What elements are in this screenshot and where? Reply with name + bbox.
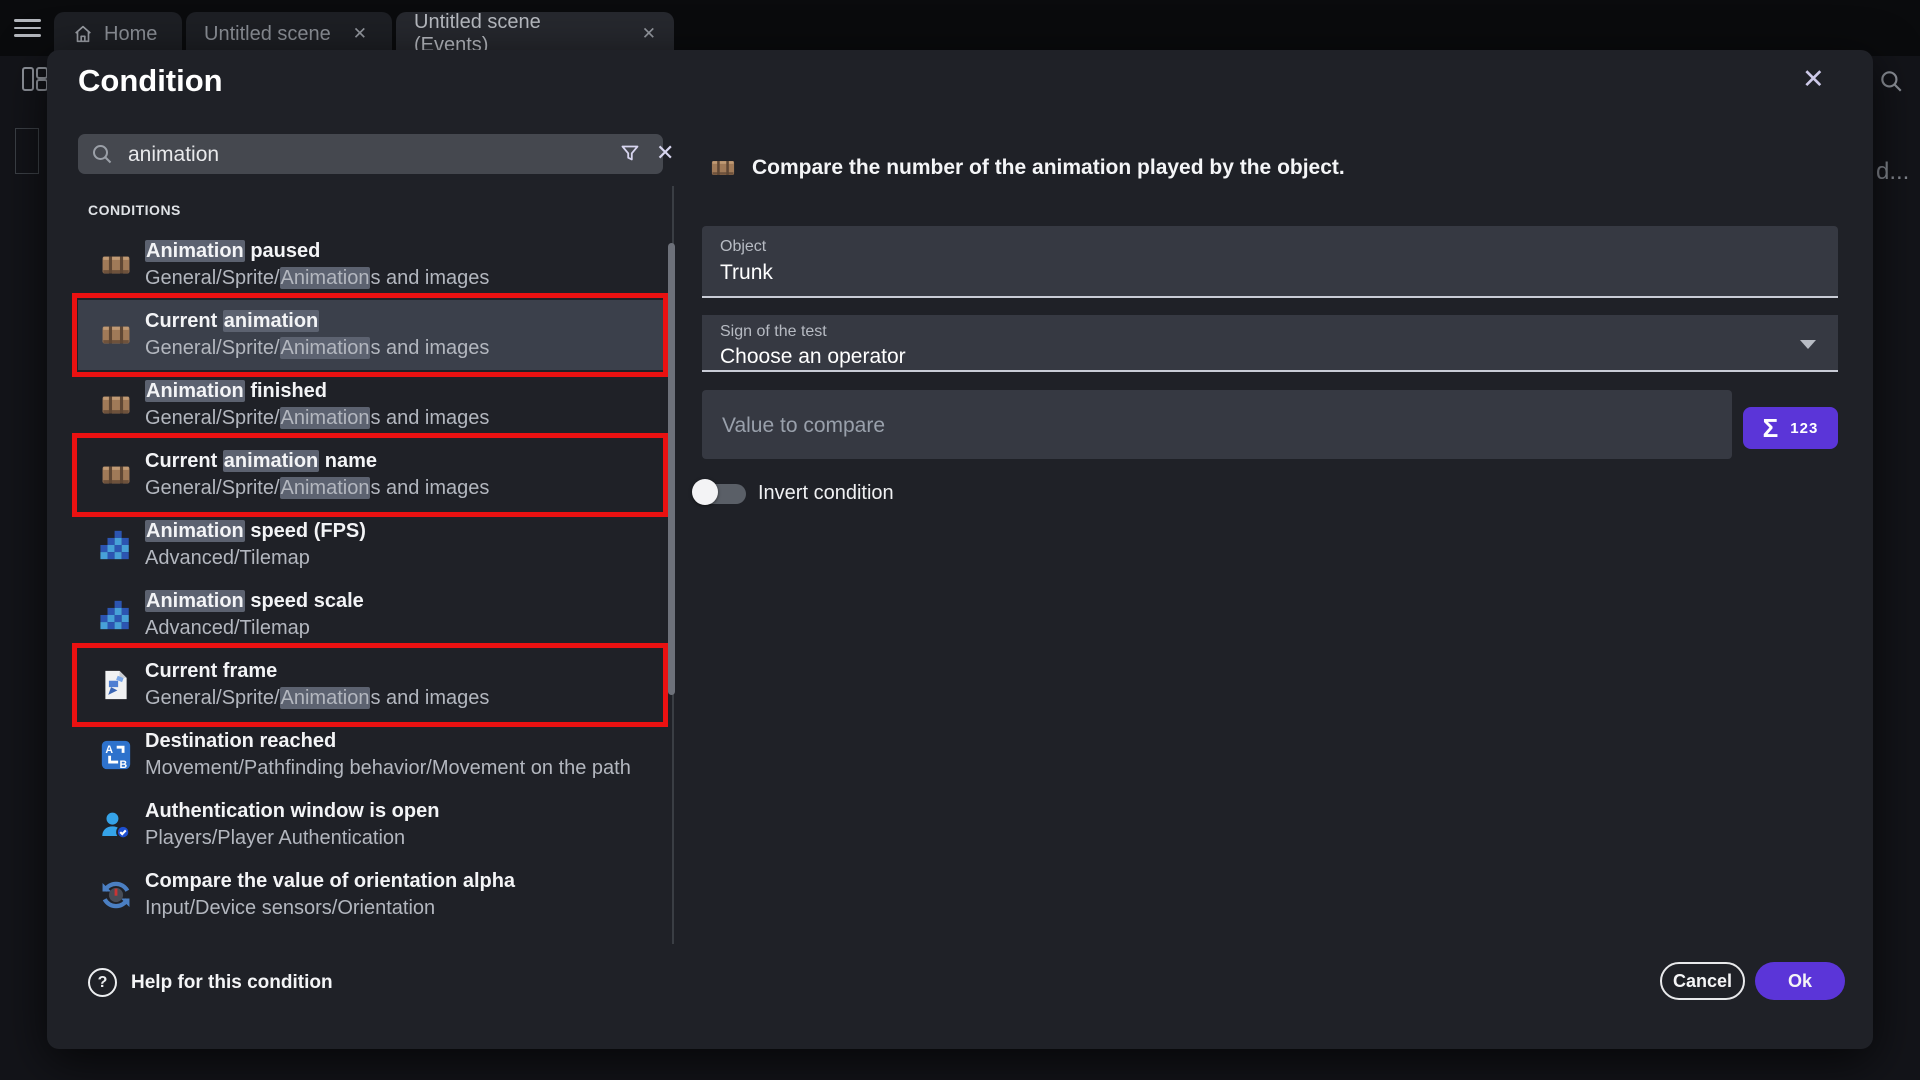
scrollbar-thumb[interactable] bbox=[668, 243, 675, 695]
invert-condition-toggle[interactable] bbox=[692, 478, 756, 506]
condition-item[interactable]: Current animationGeneral/Sprite/Animatio… bbox=[78, 300, 663, 370]
condition-path: General/Sprite/Animations and images bbox=[145, 475, 489, 502]
svg-text:A: A bbox=[105, 744, 113, 756]
field-label: Object bbox=[720, 238, 1838, 256]
condition-dialog: Condition ✕ ✕ CONDITIONS Animation pause… bbox=[47, 50, 1873, 1049]
svg-text:B: B bbox=[120, 759, 128, 771]
condition-text: Animation speed scaleAdvanced/Tilemap bbox=[145, 588, 364, 642]
question-icon: ? bbox=[88, 968, 117, 997]
help-link[interactable]: ? Help for this condition bbox=[88, 968, 333, 997]
condition-item[interactable]: Animation speed (FPS)Advanced/Tilemap bbox=[78, 510, 663, 580]
condition-title: Animation speed (FPS) bbox=[145, 518, 366, 545]
condition-path: Players/Player Authentication bbox=[145, 825, 439, 852]
condition-title: Destination reached bbox=[145, 728, 631, 755]
condition-item[interactable]: Animation speed scaleAdvanced/Tilemap bbox=[78, 580, 663, 650]
condition-text: Animation speed (FPS)Advanced/Tilemap bbox=[145, 518, 366, 572]
condition-item[interactable]: Animation pausedGeneral/Sprite/Animation… bbox=[78, 230, 663, 300]
condition-path: Advanced/Tilemap bbox=[145, 545, 366, 572]
condition-title: Authentication window is open bbox=[145, 798, 439, 825]
film-reel-icon bbox=[99, 388, 133, 422]
conditions-list-viewport: CONDITIONS Animation pausedGeneral/Sprit… bbox=[47, 186, 707, 944]
value-field[interactable] bbox=[702, 390, 1732, 459]
condition-title: Animation speed scale bbox=[145, 588, 364, 615]
condition-description: Compare the number of the animation play… bbox=[752, 156, 1345, 180]
app-topbar: Home Untitled scene ✕ Untitled scene (Ev… bbox=[0, 0, 1920, 56]
sigma-icon: Σ bbox=[1763, 415, 1779, 441]
condition-item[interactable]: Compare the value of orientation alphaIn… bbox=[78, 860, 663, 930]
help-label: Help for this condition bbox=[131, 972, 333, 994]
condition-search[interactable]: ✕ bbox=[78, 134, 663, 174]
toggle-knob bbox=[692, 479, 718, 505]
condition-text: Compare the value of orientation alphaIn… bbox=[145, 868, 515, 922]
search-icon bbox=[90, 142, 114, 166]
condition-item[interactable]: Animation finishedGeneral/Sprite/Animati… bbox=[78, 370, 663, 440]
condition-title: Current frame bbox=[145, 658, 489, 685]
film-reel-icon bbox=[99, 248, 133, 282]
numbers-icon: 123 bbox=[1790, 420, 1818, 437]
invert-condition-label: Invert condition bbox=[758, 480, 894, 506]
condition-title: Animation paused bbox=[145, 238, 489, 265]
condition-path: General/Sprite/Animations and images bbox=[145, 265, 489, 292]
screen: Home Untitled scene ✕ Untitled scene (Ev… bbox=[0, 0, 1920, 1080]
expression-editor-button[interactable]: Σ 123 bbox=[1743, 407, 1838, 449]
value-input[interactable] bbox=[720, 390, 1704, 461]
object-field[interactable]: Object Trunk bbox=[702, 226, 1838, 298]
field-label: Sign of the test bbox=[720, 323, 1838, 341]
tab-label: Untitled scene bbox=[204, 23, 331, 46]
condition-item[interactable]: Authentication window is openPlayers/Pla… bbox=[78, 790, 663, 860]
close-icon[interactable]: ✕ bbox=[353, 24, 367, 44]
condition-title: Animation finished bbox=[145, 378, 489, 405]
chevron-down-icon bbox=[1800, 340, 1816, 349]
condition-path: Advanced/Tilemap bbox=[145, 615, 364, 642]
list-section-header: CONDITIONS bbox=[88, 202, 707, 224]
close-icon[interactable]: ✕ bbox=[642, 24, 656, 44]
player-auth-icon bbox=[99, 808, 133, 842]
condition-title: Compare the value of orientation alpha bbox=[145, 868, 515, 895]
film-reel-icon bbox=[708, 154, 738, 182]
filter-icon[interactable] bbox=[618, 142, 642, 166]
conditions-list: Animation pausedGeneral/Sprite/Animation… bbox=[47, 230, 707, 930]
close-icon[interactable]: ✕ bbox=[1802, 66, 1825, 93]
condition-path: General/Sprite/Animations and images bbox=[145, 335, 489, 362]
cancel-button[interactable]: Cancel bbox=[1660, 962, 1745, 1000]
condition-path: Input/Device sensors/Orientation bbox=[145, 895, 515, 922]
tilemap-icon bbox=[99, 598, 133, 632]
panels-icon[interactable] bbox=[22, 66, 48, 92]
field-value: Trunk bbox=[720, 261, 1838, 285]
scene-object-outline bbox=[15, 128, 39, 174]
condition-item[interactable]: AB Destination reachedMovement/Pathfindin… bbox=[78, 720, 663, 790]
condition-path: General/Sprite/Animations and images bbox=[145, 685, 489, 712]
dialog-title: Condition bbox=[78, 63, 223, 99]
film-reel-icon bbox=[99, 318, 133, 352]
condition-text: Animation finishedGeneral/Sprite/Animati… bbox=[145, 378, 489, 432]
condition-path: Movement/Pathfinding behavior/Movement o… bbox=[145, 755, 631, 782]
search-icon[interactable] bbox=[1878, 68, 1904, 94]
condition-item[interactable]: Current frameGeneral/Sprite/Animations a… bbox=[78, 650, 663, 720]
condition-text: Current frameGeneral/Sprite/Animations a… bbox=[145, 658, 489, 712]
field-value: Choose an operator bbox=[720, 345, 1838, 369]
home-icon bbox=[72, 23, 94, 45]
condition-title: Current animation name bbox=[145, 448, 489, 475]
tilemap-icon bbox=[99, 528, 133, 562]
clear-search-icon[interactable]: ✕ bbox=[656, 140, 674, 166]
truncated-label: d... bbox=[1876, 158, 1909, 186]
condition-text: Current animationGeneral/Sprite/Animatio… bbox=[145, 308, 489, 362]
film-reel-icon bbox=[99, 458, 133, 492]
operator-select[interactable]: Sign of the test Choose an operator bbox=[702, 315, 1838, 372]
condition-text: Animation pausedGeneral/Sprite/Animation… bbox=[145, 238, 489, 292]
orientation-icon bbox=[99, 878, 133, 912]
condition-text: Current animation nameGeneral/Sprite/Ani… bbox=[145, 448, 489, 502]
tab-label: Home bbox=[104, 23, 157, 46]
condition-title: Current animation bbox=[145, 308, 489, 335]
search-input[interactable] bbox=[126, 134, 560, 176]
condition-path: General/Sprite/Animations and images bbox=[145, 405, 489, 432]
ok-button[interactable]: Ok bbox=[1755, 962, 1845, 1000]
condition-item[interactable]: Current animation nameGeneral/Sprite/Ani… bbox=[78, 440, 663, 510]
hamburger-menu-icon[interactable] bbox=[14, 19, 41, 37]
pathfinding-icon: AB bbox=[99, 738, 133, 772]
frame-icon bbox=[99, 668, 133, 702]
condition-text: Authentication window is openPlayers/Pla… bbox=[145, 798, 439, 852]
condition-text: Destination reachedMovement/Pathfinding … bbox=[145, 728, 631, 782]
